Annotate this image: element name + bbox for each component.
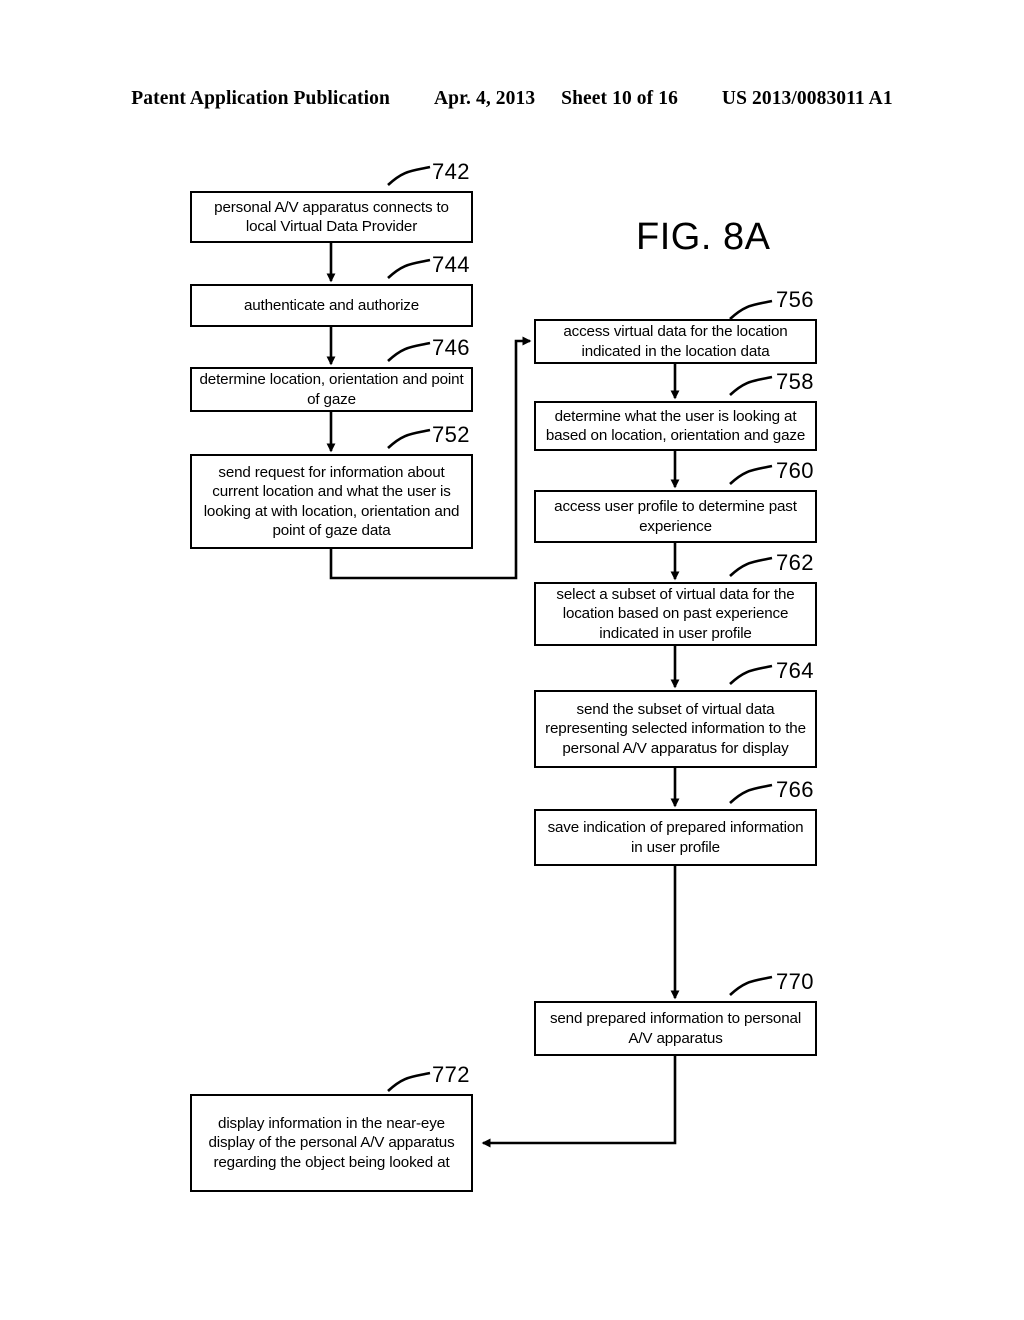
flow-node-760-label: access user profile to determine past ex…: [554, 498, 797, 535]
ref-numeral-766: 766: [776, 777, 814, 802]
flow-node-752[interactable]: send request for information about curre…: [190, 454, 473, 549]
lead-line-744: [387, 258, 431, 279]
lead-line-742: [387, 165, 431, 186]
ref-numeral-772: 772: [432, 1062, 470, 1087]
flow-node-764-label: send the subset of virtual data represen…: [545, 700, 806, 757]
ref-numeral-742: 742: [432, 159, 470, 184]
flow-node-742-label: personal A/V apparatus connects to local…: [214, 198, 449, 236]
flowchart-connectors: [326, 165, 773, 1148]
flow-node-746-label: determine location, orientation and poin…: [199, 371, 464, 408]
ref-numeral-752: 752: [432, 422, 470, 447]
flow-node-746[interactable]: determine location, orientation and poin…: [190, 367, 473, 412]
ref-numeral-770: 770: [776, 969, 814, 994]
flow-node-744[interactable]: authenticate and authorize: [190, 284, 473, 327]
flow-node-742[interactable]: personal A/V apparatus connects to local…: [190, 191, 473, 243]
flow-node-744-label: authenticate and authorize: [243, 296, 420, 314]
ref-numeral-764: 764: [776, 658, 814, 683]
lead-line-770: [729, 975, 773, 996]
lead-line-760: [729, 464, 773, 485]
flow-node-766[interactable]: save indication of prepared information …: [534, 809, 817, 866]
ref-numeral-756: 756: [776, 287, 814, 312]
flow-node-758[interactable]: determine what the user is looking at ba…: [534, 401, 817, 451]
flow-node-770[interactable]: send prepared information to personal A/…: [534, 1001, 817, 1056]
flow-node-756[interactable]: access virtual data for the location ind…: [534, 319, 817, 364]
flow-node-762[interactable]: select a subset of virtual data for the …: [534, 582, 817, 646]
flow-node-764[interactable]: send the subset of virtual data represen…: [534, 690, 817, 768]
lead-line-756: [729, 299, 773, 320]
flow-node-756-label: access virtual data for the location ind…: [563, 323, 788, 360]
ref-numeral-762: 762: [776, 550, 814, 575]
flow-node-760[interactable]: access user profile to determine past ex…: [534, 490, 817, 543]
lead-line-758: [729, 375, 773, 396]
ref-numeral-744: 744: [432, 252, 470, 277]
flow-node-758-label: determine what the user is looking at ba…: [545, 407, 806, 445]
flow-node-772[interactable]: display information in the near-eye disp…: [190, 1094, 473, 1192]
lead-line-772: [387, 1071, 431, 1092]
ref-numeral-758: 758: [776, 369, 814, 394]
flow-node-762-label: select a subset of virtual data for the …: [556, 585, 795, 642]
flow-node-766-label: save indication of prepared information …: [547, 819, 804, 856]
flow-node-770-label: send prepared information to personal A/…: [549, 1010, 802, 1047]
lead-line-746: [387, 341, 431, 362]
flow-node-752-label: send request for information about curre…: [203, 463, 460, 540]
edge-770-772: [481, 1056, 677, 1148]
lead-line-752: [387, 428, 431, 449]
ref-numeral-746: 746: [432, 335, 470, 360]
flow-node-772-label: display information in the near-eye disp…: [208, 1114, 455, 1171]
lead-line-766: [729, 783, 773, 804]
lead-line-762: [729, 556, 773, 577]
ref-numeral-760: 760: [776, 458, 814, 483]
lead-line-764: [729, 664, 773, 685]
